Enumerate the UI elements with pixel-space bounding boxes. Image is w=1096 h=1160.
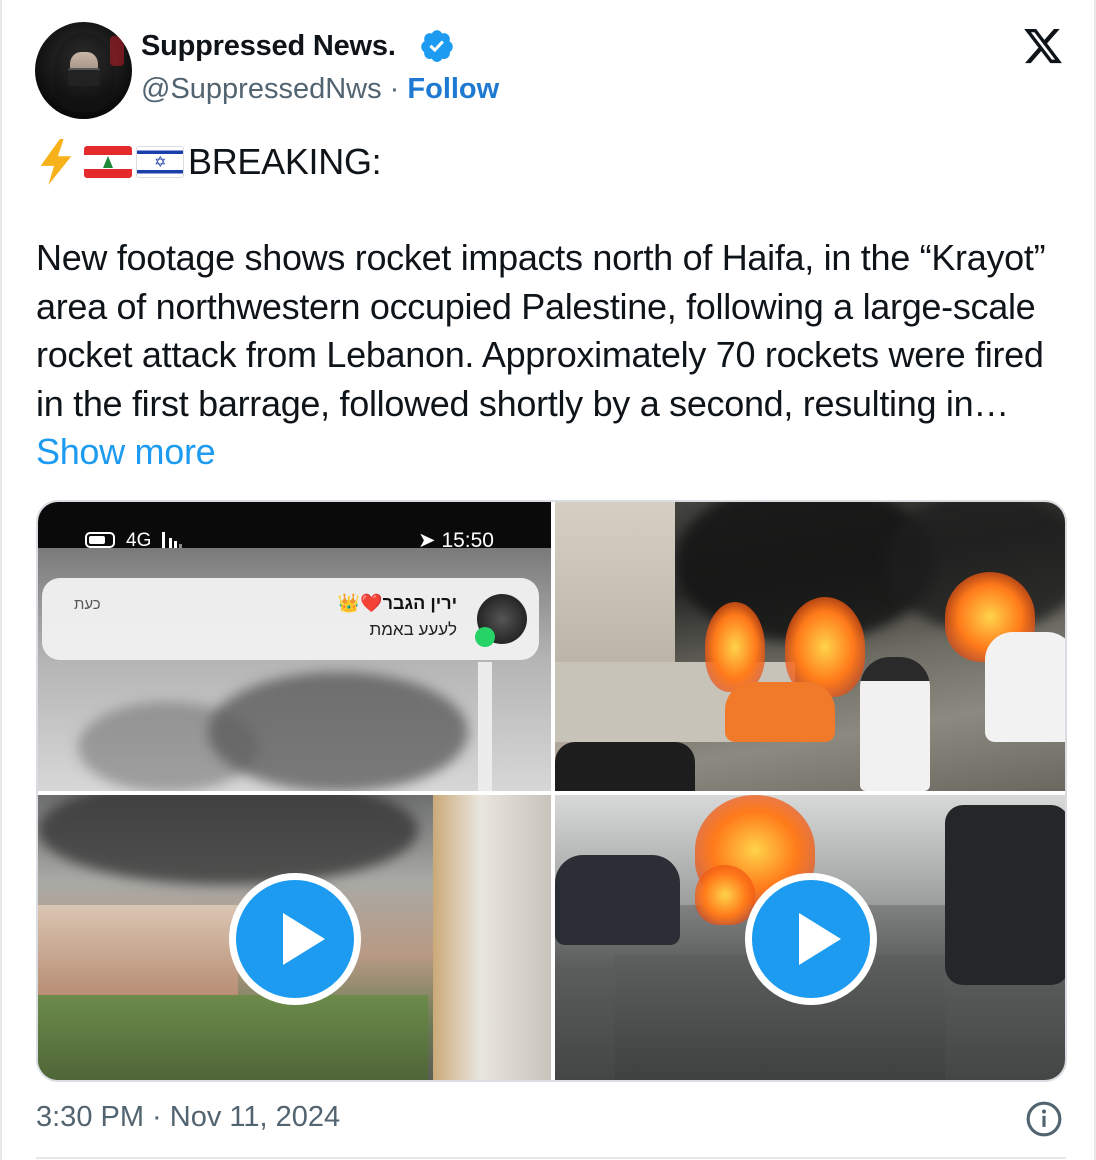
media-grid: 4G ➤ 15:50 כעת ירין הגבר❤️👑 לעעע באמת	[36, 500, 1067, 1082]
media-image-burning-cars[interactable]	[555, 502, 1065, 791]
fire	[695, 865, 755, 925]
burnt-car	[725, 682, 835, 742]
phone-status-bar: 4G ➤ 15:50	[38, 502, 551, 574]
follow-button[interactable]: Follow	[407, 73, 499, 105]
houses	[38, 905, 238, 995]
tweet-card: Suppressed News. @SuppressedNws · Follow…	[0, 0, 1096, 1160]
pole	[478, 662, 492, 791]
author-display-name[interactable]: Suppressed News.	[141, 30, 396, 63]
whatsapp-notification: כעת ירין הגבר❤️👑 לעעע באמת	[42, 578, 539, 660]
person	[860, 657, 930, 791]
info-icon[interactable]	[1025, 1100, 1063, 1138]
verified-badge-icon	[421, 30, 453, 62]
white-car	[985, 632, 1065, 742]
play-button-icon[interactable]	[745, 873, 877, 1005]
smoke-cloud	[78, 702, 258, 791]
smoke-cloud	[38, 795, 418, 885]
dark-car	[555, 855, 680, 945]
author-handle-row: @SuppressedNws · Follow	[141, 73, 499, 106]
tweet-headline: BREAKING:	[188, 140, 382, 182]
media-video-2[interactable]	[555, 795, 1065, 1080]
tweet-headline-row: BREAKING:	[36, 138, 1066, 186]
author-handle[interactable]: @SuppressedNws	[141, 73, 382, 105]
dark-car	[555, 742, 695, 791]
notification-sender: ירין הגבר❤️👑	[337, 593, 457, 613]
network-label: 4G	[126, 530, 152, 551]
media-video-1[interactable]	[38, 795, 551, 1080]
trees	[38, 995, 428, 1080]
tweet-body-text: New footage shows rocket impacts north o…	[36, 237, 1046, 424]
jeep	[945, 805, 1065, 985]
phone-clock-text: 15:50	[441, 529, 494, 552]
media-image-phone-screenshot[interactable]: 4G ➤ 15:50 כעת ירין הגבר❤️👑 לעעע באמת	[38, 502, 551, 791]
battery-icon	[85, 532, 115, 548]
tweet-text: BREAKING: New footage shows rocket impac…	[36, 138, 1066, 477]
tweet-body: New footage shows rocket impacts north o…	[36, 234, 1066, 477]
handle-separator: ·	[381, 73, 408, 105]
show-more-link[interactable]: Show more	[36, 431, 216, 472]
whatsapp-icon	[475, 627, 495, 647]
notification-time: כעת	[74, 596, 101, 613]
israel-flag-icon	[136, 146, 184, 178]
x-logo-icon[interactable]	[1021, 25, 1065, 67]
location-arrow-icon: ➤	[418, 529, 442, 552]
tweet-timestamp[interactable]: 3:30 PM · Nov 11, 2024	[36, 1101, 340, 1134]
lebanon-flag-icon	[84, 146, 132, 178]
notification-message: לעעע באמת	[369, 620, 457, 639]
signal-icon	[162, 532, 182, 548]
footer-divider	[36, 1157, 1066, 1159]
play-button-icon[interactable]	[229, 873, 361, 1005]
mask-shape	[68, 68, 100, 86]
door-frame	[433, 795, 551, 1080]
fire	[705, 602, 765, 692]
red-accent	[110, 36, 124, 66]
author-avatar[interactable]	[35, 22, 132, 119]
phone-clock: ➤ 15:50	[418, 528, 494, 553]
lightning-icon	[40, 139, 72, 185]
